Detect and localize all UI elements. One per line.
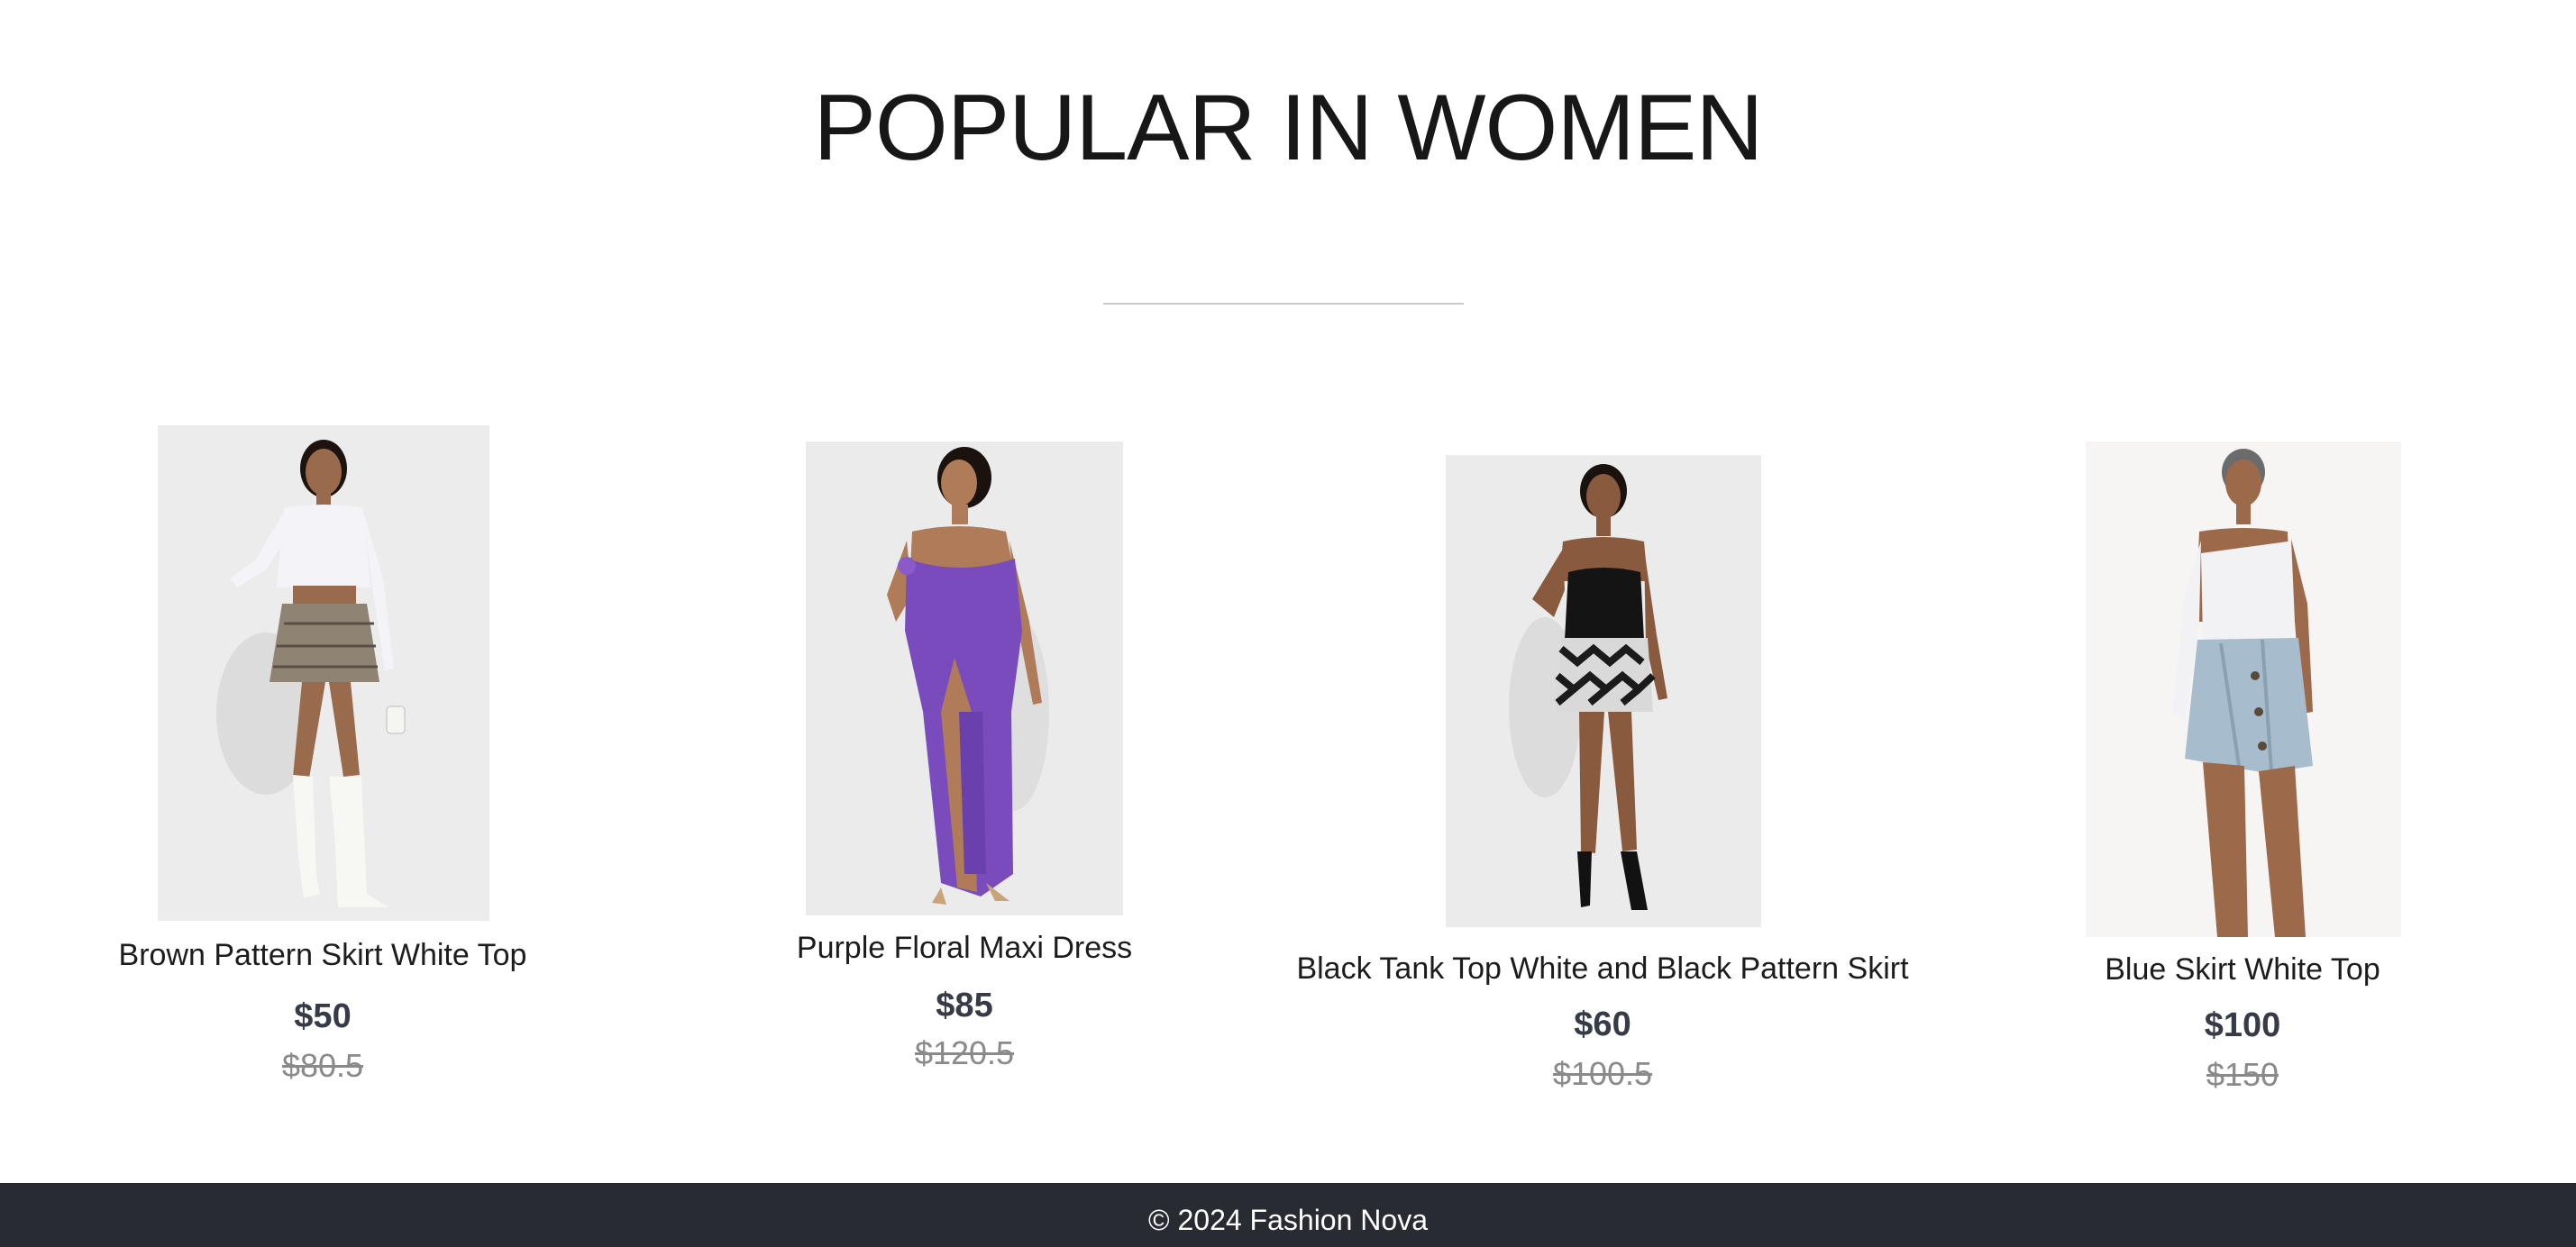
section-title: POPULAR IN WOMEN (813, 76, 1764, 180)
product-name[interactable]: Purple Floral Maxi Dress (694, 930, 1235, 966)
product-old-price: $120.5 (914, 1034, 1015, 1071)
product-card[interactable]: Blue Skirt White Top $100 $150 (1972, 441, 2513, 1108)
footer-copyright: © 2024 Fashion Nova (1148, 1204, 1428, 1236)
product-image[interactable] (806, 441, 1123, 915)
product-card[interactable]: Purple Floral Maxi Dress $85 $120.5 (694, 441, 1235, 1108)
product-old-price: $150 (2206, 1056, 2279, 1093)
product-name[interactable]: Blue Skirt White Top (1972, 951, 2513, 988)
product-image[interactable] (158, 425, 489, 921)
product-card[interactable]: Black Tank Top White and Black Pattern S… (1262, 455, 1943, 1122)
footer: © 2024 Fashion Nova (0, 1183, 2576, 1247)
page: POPULAR IN WOMEN Brown Pattern Skirt Whi… (0, 0, 2576, 1247)
product-price: $60 (1574, 1006, 1631, 1043)
title-divider (1103, 303, 1464, 305)
product-price: $50 (294, 997, 352, 1035)
product-price: $85 (936, 987, 993, 1024)
product-old-price: $80.5 (281, 1047, 364, 1084)
product-image[interactable] (1446, 455, 1761, 927)
product-old-price: $100.5 (1552, 1055, 1653, 1092)
product-image[interactable] (2086, 441, 2401, 937)
product-card[interactable]: Brown Pattern Skirt White Top $50 $80.5 (52, 425, 593, 1092)
product-price: $100 (2204, 1006, 2281, 1044)
product-name[interactable]: Brown Pattern Skirt White Top (52, 937, 593, 973)
product-name[interactable]: Black Tank Top White and Black Pattern S… (1262, 951, 1943, 987)
